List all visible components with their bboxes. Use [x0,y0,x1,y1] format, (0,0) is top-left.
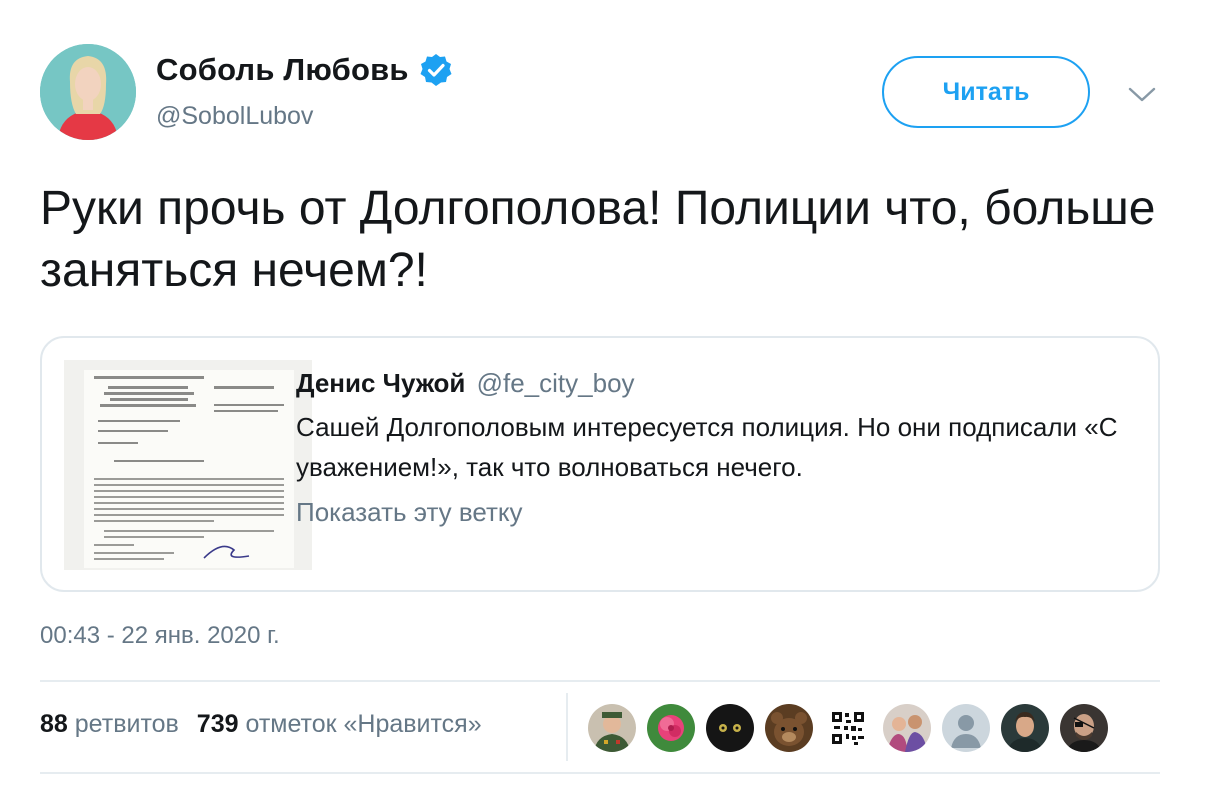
show-thread-link[interactable]: Показать эту ветку [296,497,1146,528]
retweets-stat[interactable]: 88 ретвитов [40,710,179,739]
quoted-tweet-text: Сашей Долгополовым интересуется полиция.… [296,412,1118,482]
quoted-author-name: Денис Чужой [296,368,466,398]
qr-code-avatar[interactable] [824,704,872,752]
man-with-eyepatch-avatar[interactable] [1060,704,1108,752]
likes-count: 739 [196,710,239,738]
engagement-stats: 88 ретвитов 739 отметок «Нравится» [40,710,482,739]
chevron-down-icon[interactable] [1126,82,1158,106]
document-thumbnail[interactable] [64,360,312,570]
author-photo [40,44,136,140]
author-handle[interactable]: @SobolLubov [156,102,453,131]
default-user-avatar[interactable] [942,704,990,752]
divider [40,680,1160,682]
retweets-label: ретвитов [74,710,179,738]
tweet-timestamp[interactable]: 00:43 - 22 янв. 2020 г. [40,622,280,650]
follow-button[interactable]: Читать [882,56,1090,128]
document-image [64,360,312,570]
tweet-text: Руки прочь от Долгополова! Полиции что, … [40,182,1156,297]
author-name[interactable]: Соболь Любовь [156,52,409,88]
bear-avatar[interactable] [765,704,813,752]
likers-avatars [588,704,1119,752]
author-block: Соболь Любовь @SobolLubov [156,52,453,131]
likes-label: отметок «Нравится» [245,710,482,738]
author-avatar[interactable] [40,44,136,140]
retweets-count: 88 [40,710,68,738]
stats-separator [566,693,568,761]
black-cat-avatar[interactable] [706,704,754,752]
group-photo-avatar[interactable] [883,704,931,752]
military-officer-avatar[interactable] [588,704,636,752]
quoted-author-handle: @fe_city_boy [476,368,635,398]
verified-badge-icon [419,53,453,87]
pink-flower-avatar[interactable] [647,704,695,752]
divider-bottom [40,772,1160,774]
likes-stat[interactable]: 739 отметок «Нравится» [197,710,482,739]
quoted-tweet-body: Денис Чужой @fe_city_boy Сашей Долгополо… [296,368,1146,528]
quoted-tweet-card[interactable]: Денис Чужой @fe_city_boy Сашей Долгополо… [40,336,1160,592]
quoted-author-row: Денис Чужой @fe_city_boy [296,368,1146,399]
man-portrait-avatar[interactable] [1001,704,1049,752]
